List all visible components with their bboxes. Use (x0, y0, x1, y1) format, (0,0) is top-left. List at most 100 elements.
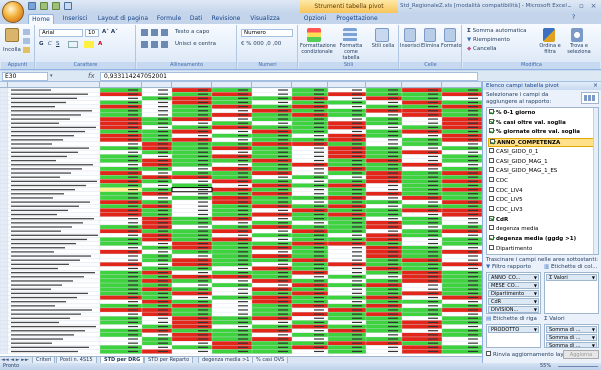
redo-icon[interactable] (52, 2, 60, 10)
row-header[interactable] (0, 121, 9, 126)
row-header[interactable] (0, 170, 9, 176)
grow-font-icon[interactable]: A˄ A˅ (102, 29, 118, 36)
row-header[interactable] (0, 303, 9, 309)
zoom-level[interactable]: 55% (540, 363, 551, 370)
field-checkbox[interactable] (489, 215, 494, 221)
save-icon[interactable] (28, 2, 36, 10)
row-header[interactable] (0, 116, 9, 122)
row-header[interactable] (0, 141, 9, 147)
row-header[interactable] (0, 92, 9, 97)
chevron-down-icon[interactable]: ▼ (592, 327, 595, 332)
chevron-down-icon[interactable]: ▼ (592, 335, 595, 340)
row-header[interactable] (0, 274, 9, 280)
cell-styles-icon[interactable] (375, 28, 389, 42)
chevron-down-icon[interactable]: ▼ (534, 299, 537, 304)
find-select-button[interactable]: Trova e seleziona (563, 43, 595, 55)
row-header[interactable] (0, 316, 9, 321)
row-header[interactable] (0, 241, 9, 246)
row-header[interactable] (0, 100, 9, 105)
conditional-format-icon[interactable] (307, 28, 321, 42)
row-header[interactable] (0, 262, 9, 267)
tab-design[interactable]: Progettazione (334, 14, 380, 24)
chevron-down-icon[interactable]: ▼ (592, 275, 595, 280)
row-header[interactable] (0, 158, 9, 163)
field-checkbox[interactable] (489, 118, 494, 124)
row-header[interactable] (0, 137, 9, 143)
pivot-field-item[interactable]: CdR (489, 215, 508, 225)
field-checkbox[interactable] (489, 225, 494, 231)
pivot-field-item[interactable]: Dipartimento (489, 244, 532, 254)
number-format-select[interactable]: Numero (241, 29, 293, 37)
field-checkbox[interactable] (489, 176, 494, 182)
number-format-icons[interactable]: € % 000 ,0 ,00 (241, 41, 281, 48)
name-box[interactable]: E30 (2, 72, 48, 81)
tab-review[interactable]: Revisione (208, 14, 244, 24)
zone-field-item[interactable]: PRODOTTO ▼ (488, 326, 539, 333)
row-header[interactable] (0, 245, 9, 250)
defer-update-checkbox[interactable] (486, 351, 491, 356)
zone-field-item[interactable]: Dipartimento ▼ (488, 290, 539, 297)
zone-field-item[interactable]: ANNO_CO... ▼ (488, 274, 539, 281)
pivot-field-item[interactable]: % giornate oltre val. soglia (489, 128, 580, 137)
row-header[interactable] (0, 187, 9, 192)
zone-field-item[interactable]: Somma di ... ▼ (546, 342, 597, 347)
underline-icon[interactable]: S (56, 41, 60, 48)
update-button[interactable]: Aggiorna (563, 350, 599, 359)
chevron-down-icon[interactable]: ▼ (534, 307, 537, 312)
row-header[interactable] (0, 320, 9, 325)
italic-icon[interactable]: C (48, 41, 52, 48)
row-header[interactable] (0, 253, 9, 259)
pivot-field-item[interactable]: CDC_LIV5 (489, 196, 523, 205)
field-checkbox[interactable] (489, 147, 494, 153)
format-table-icon[interactable] (343, 28, 357, 42)
pivot-field-item[interactable]: CDC (489, 176, 508, 186)
row-header[interactable] (0, 133, 9, 138)
row-header[interactable] (0, 204, 9, 209)
row-header[interactable] (0, 282, 9, 288)
row-header[interactable] (0, 208, 9, 213)
chevron-down-icon[interactable]: ▼ (534, 327, 537, 332)
autosum-button[interactable]: Σ Somma automatica (467, 28, 527, 35)
field-checkbox[interactable] (489, 235, 494, 241)
row-header[interactable] (0, 287, 9, 292)
field-list-layout-icon[interactable] (581, 92, 599, 104)
undo-icon[interactable] (40, 2, 48, 10)
pivot-field-item[interactable]: degenza media (489, 225, 538, 234)
fill-color-icon[interactable] (84, 41, 94, 48)
row-header[interactable] (0, 311, 9, 317)
format-cells-button[interactable]: Formato (441, 43, 462, 50)
chevron-down-icon[interactable]: ▼ (534, 291, 537, 296)
field-list-scrollbar[interactable] (593, 108, 598, 254)
sort-filter-button[interactable]: Ordina e filtra (537, 43, 563, 55)
tab-view[interactable]: Visualizza (246, 14, 284, 24)
tab-insert[interactable]: Inserisci (58, 14, 92, 24)
chevron-down-icon[interactable]: ▼ (534, 283, 537, 288)
field-checkbox[interactable] (489, 244, 494, 250)
row-header[interactable] (0, 345, 9, 350)
vertical-align-icons[interactable] (141, 29, 171, 36)
row-header[interactable] (0, 150, 9, 155)
minimize-icon[interactable]: – (565, 2, 574, 10)
insert-cells-button[interactable]: Inserisci (400, 43, 421, 50)
horizontal-align-icons[interactable] (141, 41, 171, 48)
row-header[interactable] (0, 191, 9, 197)
row-labels-zone[interactable]: PRODOTTO ▼ (486, 324, 541, 348)
pivot-field-item[interactable]: CDC_LIV4 (489, 186, 523, 196)
zoom-slider[interactable] (558, 366, 598, 367)
row-header[interactable] (0, 291, 9, 296)
zone-field-item[interactable]: Σ Valori ▼ (546, 274, 597, 281)
row-header[interactable] (0, 324, 9, 329)
pivot-field-item[interactable]: degenza media (ggdg >1) (489, 235, 576, 244)
row-header[interactable] (0, 154, 9, 159)
paste-icon[interactable] (5, 28, 19, 42)
zone-field-item[interactable]: Somma di ... ▼ (546, 334, 597, 341)
field-checkbox[interactable] (489, 186, 494, 192)
field-checkbox[interactable] (489, 206, 494, 211)
row-header[interactable] (0, 299, 9, 304)
name-box-dropdown-icon[interactable]: ▾ (50, 73, 53, 79)
row-header[interactable] (0, 328, 9, 333)
row-header[interactable] (0, 249, 9, 255)
close-panel-icon[interactable]: × (593, 82, 598, 90)
sort-filter-icon[interactable] (543, 28, 555, 42)
row-header[interactable] (0, 224, 9, 230)
